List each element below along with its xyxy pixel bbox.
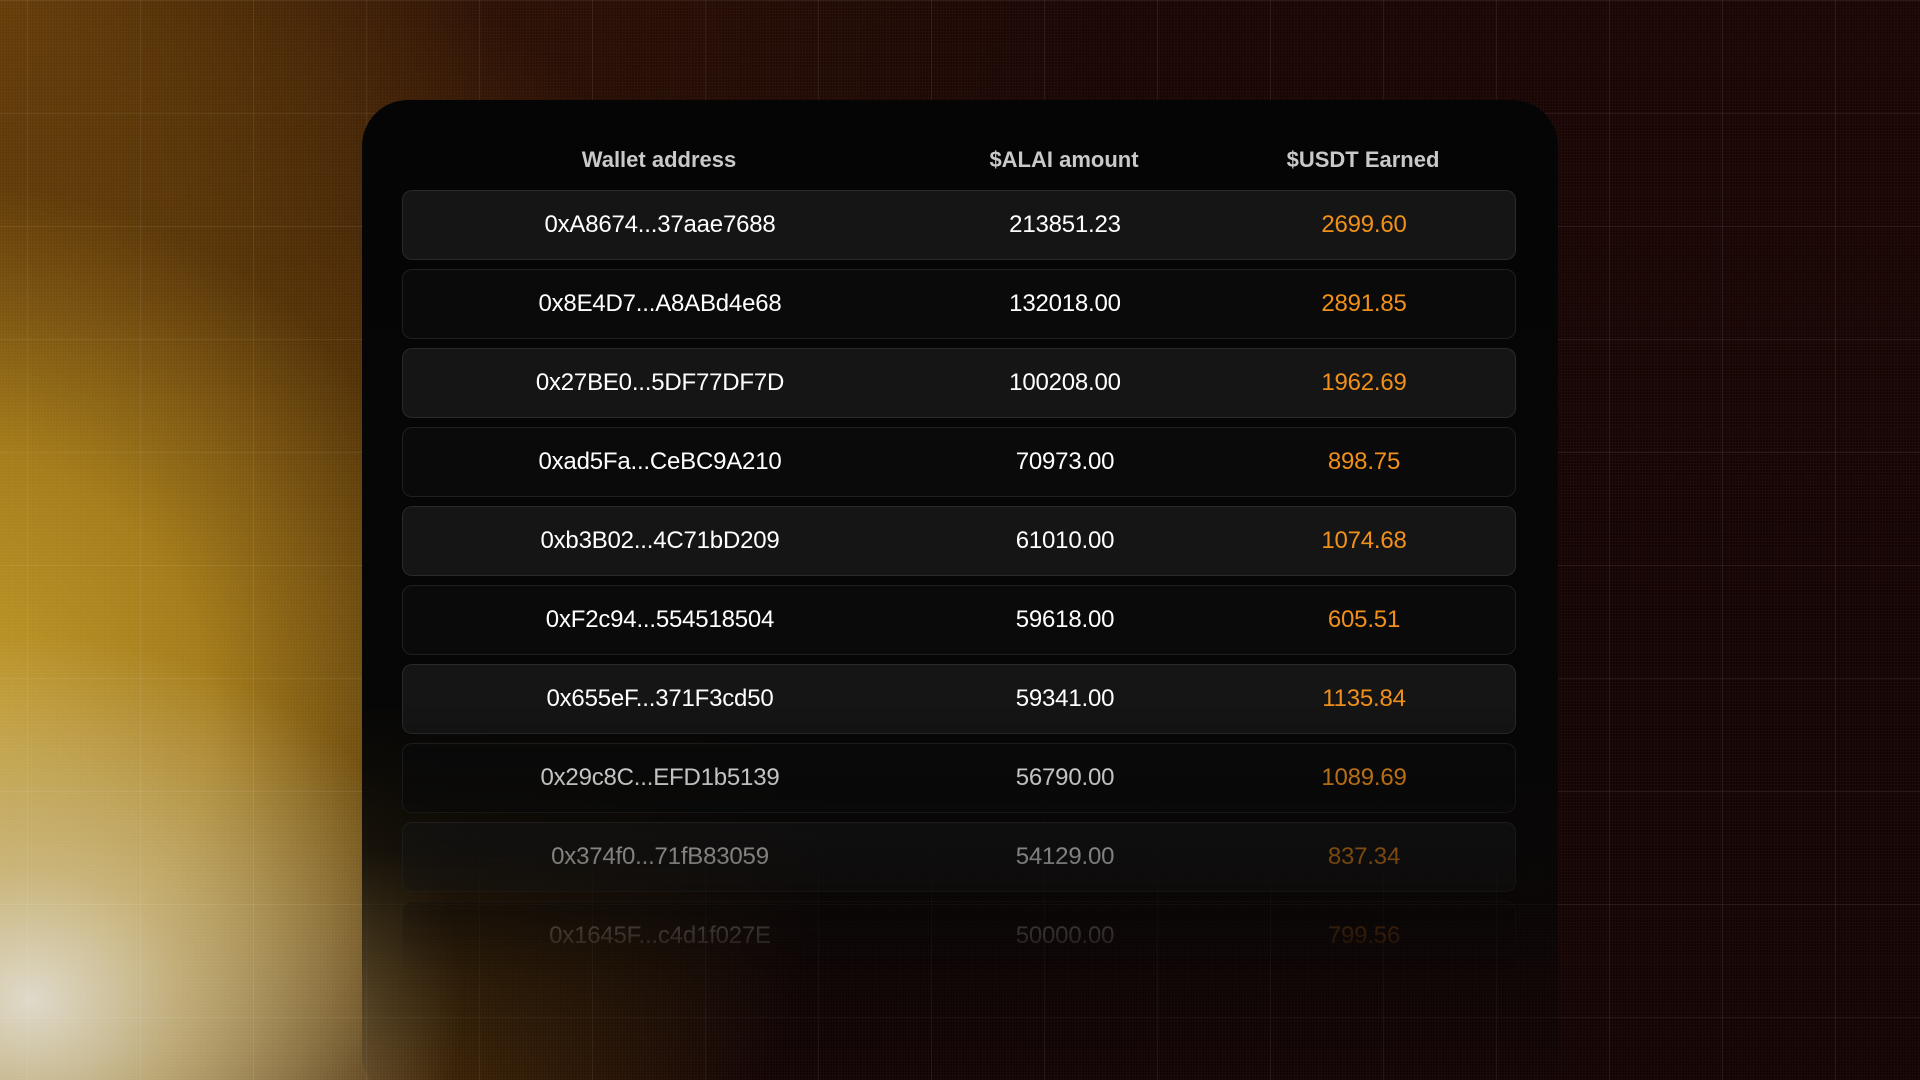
background: Wallet address $ALAI amount $USDT Earned… [0,0,1920,1080]
header-wallet-address: Wallet address [581,147,737,172]
alai-amount: 56790.00 [1015,764,1115,791]
usdt-earned: 799.56 [1327,922,1401,949]
header-usdt-earned: $USDT Earned [1286,147,1440,172]
usdt-earned: 2891.85 [1321,290,1407,317]
wallet-address: 0x1645F...c4d1f027E [549,922,771,949]
table-row: 0xF2c94...554518504 59618.00 605.51 [402,585,1516,655]
leaderboard-table: Wallet address $ALAI amount $USDT Earned… [402,140,1516,980]
alai-amount: 54129.00 [1015,843,1115,870]
wallet-address: 0x29c8C...EFD1b5139 [540,764,780,791]
table-header: Wallet address $ALAI amount $USDT Earned [402,140,1516,180]
alai-amount: 132018.00 [1009,290,1121,317]
usdt-earned: 1089.69 [1321,764,1407,791]
usdt-earned: 837.34 [1327,843,1401,870]
usdt-earned: 2699.60 [1321,211,1407,238]
wallet-address: 0x27BE0...5DF77DF7D [535,369,785,396]
alai-amount: 59341.00 [1015,685,1115,712]
usdt-earned: 1135.84 [1322,685,1406,712]
header-alai-amount: $ALAI amount [989,147,1139,172]
wallet-address: 0x655eF...371F3cd50 [546,685,774,712]
wallet-address: 0x8E4D7...A8ABd4e68 [538,290,782,317]
table-row: 0x29c8C...EFD1b5139 56790.00 1089.69 [402,743,1516,813]
alai-amount: 70973.00 [1015,448,1115,475]
table-row: 0x655eF...371F3cd50 59341.00 1135.84 [402,664,1516,734]
alai-amount: 50000.00 [1015,922,1115,949]
wallet-address: 0xA8674...37aae7688 [544,211,776,238]
table-row: 0xad5Fa...CeBC9A210 70973.00 898.75 [402,427,1516,497]
usdt-earned: 1962.69 [1321,369,1407,396]
table-row: 0x374f0...71fB83059 54129.00 837.34 [402,822,1516,892]
usdt-earned: 898.75 [1327,448,1401,475]
usdt-earned: 605.51 [1327,606,1401,633]
wallet-address: 0xad5Fa...CeBC9A210 [538,448,782,475]
alai-amount: 213851.23 [1009,211,1121,238]
wallet-address: 0xF2c94...554518504 [545,606,775,633]
table-row: 0xA8674...37aae7688 213851.23 2699.60 [402,190,1516,260]
alai-amount: 100208.00 [1009,369,1121,396]
usdt-earned: 1074.68 [1321,527,1407,554]
wallet-address: 0x374f0...71fB83059 [551,843,769,870]
wallet-address: 0xb3B02...4C71bD209 [540,527,780,554]
alai-amount: 61010.00 [1015,527,1115,554]
alai-amount: 59618.00 [1015,606,1115,633]
table-row: 0x8E4D7...A8ABd4e68 132018.00 2891.85 [402,269,1516,339]
table-row: 0x27BE0...5DF77DF7D 100208.00 1962.69 [402,348,1516,418]
table-row: 0x1645F...c4d1f027E 50000.00 799.56 [402,901,1516,971]
table-row: 0xb3B02...4C71bD209 61010.00 1074.68 [402,506,1516,576]
